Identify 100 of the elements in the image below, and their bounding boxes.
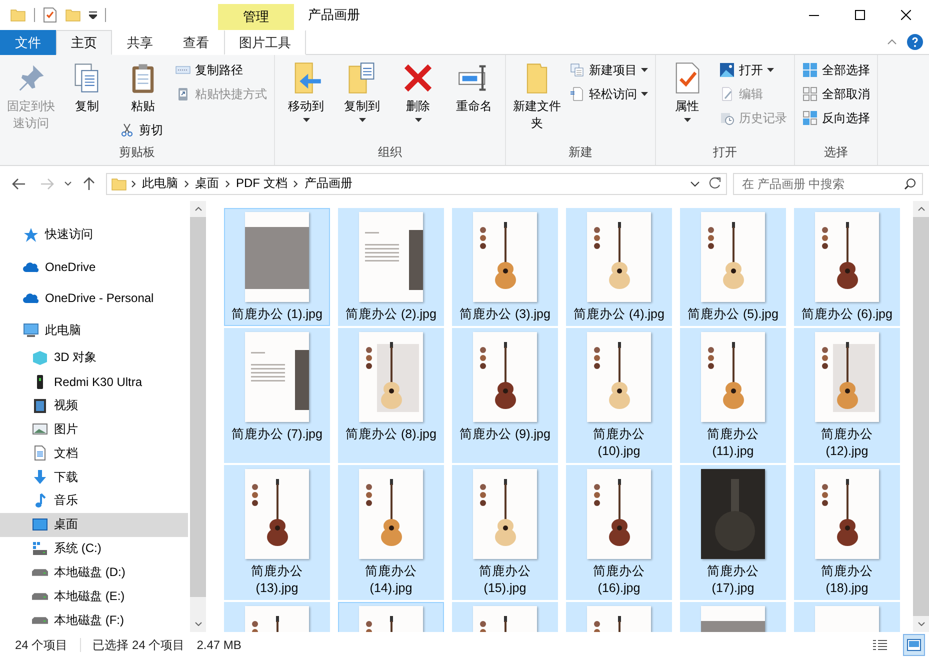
- file-item[interactable]: 简鹿办公 (17).jpg: [680, 465, 786, 600]
- document-icon: [569, 86, 585, 102]
- file-item[interactable]: 简鹿办公 (4).jpg: [566, 208, 672, 326]
- file-item[interactable]: 简鹿办公 (11).jpg: [680, 328, 786, 463]
- scroll-down-icon[interactable]: [918, 622, 924, 626]
- rename-button[interactable]: 重命名: [447, 59, 501, 117]
- swatch-drawing: [480, 227, 486, 249]
- text-lines-drawing: [365, 232, 399, 262]
- folder-icon: [10, 7, 26, 23]
- scrollbar[interactable]: [913, 201, 929, 632]
- ribbon-tab[interactable]: 主页: [56, 30, 112, 55]
- group-label: 剪贴板: [118, 144, 156, 161]
- swatch-drawing: [822, 484, 828, 506]
- sidebar-item[interactable]: OneDrive - Personal: [0, 282, 188, 314]
- none-button[interactable]: 全部取消: [799, 83, 873, 105]
- caret-icon: [641, 68, 648, 72]
- sidebar-item[interactable]: 视频: [0, 394, 188, 418]
- dropdown-icon[interactable]: [89, 11, 97, 19]
- help-icon[interactable]: [907, 34, 923, 50]
- all-button[interactable]: 全部选择: [799, 59, 873, 81]
- newitem-button[interactable]: 新建项目: [566, 59, 651, 81]
- swatch-drawing: [594, 621, 600, 632]
- props-button[interactable]: 属性: [660, 59, 714, 124]
- item-count: 24 个项目: [15, 636, 68, 654]
- sidebar-item[interactable]: 图片: [0, 418, 188, 442]
- breadcrumb[interactable]: 此电脑: [140, 175, 180, 192]
- sidebar-item[interactable]: 系统 (C:): [0, 536, 188, 561]
- file-item[interactable]: 简鹿办公 (10).jpg: [566, 328, 672, 463]
- move-button[interactable]: 移动到: [279, 59, 333, 124]
- search-icon: [904, 178, 916, 190]
- thumbnail-view-button[interactable]: [903, 634, 925, 656]
- file-name: 简鹿办公 (16).jpg: [592, 563, 646, 597]
- address-bar[interactable]: 此电脑 桌面 PDF 文档 产品画册: [106, 172, 727, 194]
- file-item[interactable]: 简鹿办公 (6).jpg: [794, 208, 900, 326]
- sidebar-item[interactable]: 此电脑: [0, 314, 188, 346]
- sidebar-item[interactable]: 文档: [0, 441, 188, 466]
- file-item[interactable]: 简鹿办公 (1).jpg: [224, 208, 330, 326]
- dropdown-icon[interactable]: [690, 180, 700, 186]
- swatch-drawing: [594, 347, 600, 369]
- file-name: 简鹿办公 (4).jpg: [572, 306, 666, 323]
- file-name: 简鹿办公 (13).jpg: [250, 563, 304, 597]
- file-item[interactable]: 简鹿办公 (9).jpg: [452, 328, 558, 463]
- file-item[interactable]: 简鹿办公 (18).jpg: [794, 465, 900, 600]
- copy-button[interactable]: 复制: [60, 59, 114, 117]
- copyto-button[interactable]: 复制到: [335, 59, 389, 124]
- folder-button[interactable]: 新建文件夹: [510, 59, 564, 134]
- file-item[interactable]: 简鹿办公 (13).jpg: [224, 465, 330, 600]
- breadcrumb[interactable]: PDF 文档: [234, 175, 290, 192]
- file-item[interactable]: 简鹿办公 (3).jpg: [452, 208, 558, 326]
- open-button[interactable]: 打开: [716, 59, 790, 81]
- new-folder-icon: [65, 7, 81, 23]
- film-icon: [32, 398, 48, 414]
- file-item[interactable]: 简鹿办公 (2).jpg: [338, 208, 444, 326]
- scroll-up-icon[interactable]: [194, 207, 202, 211]
- sidebar-item[interactable]: 本地磁盘 (F:): [0, 608, 188, 632]
- easy-button[interactable]: 轻松访问: [566, 83, 651, 105]
- file-item[interactable]: 简鹿办公 (5).jpg: [680, 208, 786, 326]
- delete-button[interactable]: 删除: [391, 59, 445, 124]
- sidebar-item[interactable]: 桌面: [0, 512, 188, 537]
- file-item[interactable]: 简鹿办公 (16).jpg: [566, 465, 672, 600]
- file-name: 简鹿办公 (11).jpg: [706, 426, 760, 460]
- caret-icon: [767, 68, 774, 72]
- cut-button[interactable]: 剪切: [116, 119, 170, 141]
- photo-placeholder: [295, 350, 309, 410]
- sidebar-item[interactable]: 音乐: [0, 489, 188, 513]
- sidebar-item[interactable]: OneDrive: [0, 250, 188, 283]
- properties-icon[interactable]: [43, 7, 57, 23]
- file-item[interactable]: 简鹿办公 (15).jpg: [452, 465, 558, 600]
- sidebar-item[interactable]: 下载: [0, 465, 188, 490]
- ribbon-tab[interactable]: 文件: [0, 30, 56, 55]
- file-name: 简鹿办公 (14).jpg: [364, 563, 418, 597]
- sidebar-item[interactable]: 快速访问: [0, 219, 188, 251]
- file-item[interactable]: 简鹿办公 (12).jpg: [794, 328, 900, 463]
- breadcrumb[interactable]: 产品画册: [302, 175, 354, 192]
- computer-icon: [23, 322, 39, 338]
- file-item[interactable]: 简鹿办公 (8).jpg: [338, 328, 444, 463]
- invert-button[interactable]: 反向选择: [799, 107, 873, 129]
- sidebar-item[interactable]: 3D 对象: [0, 346, 188, 370]
- search-field[interactable]: 在 产品画册 中搜索: [733, 172, 923, 194]
- collapse-ribbon-icon[interactable]: [887, 39, 897, 45]
- paste-button[interactable]: 粘贴: [116, 59, 170, 117]
- swatch-drawing: [480, 347, 486, 369]
- sidebar-item[interactable]: Redmi K30 Ultra: [0, 370, 188, 394]
- file-name: 简鹿办公 (7).jpg: [230, 426, 324, 443]
- desktop-icon: [32, 516, 48, 533]
- scrollbar[interactable]: [190, 201, 206, 632]
- sidebar-item[interactable]: 本地磁盘 (E:): [0, 584, 188, 608]
- file-name: 简鹿办公 (10).jpg: [592, 426, 646, 460]
- swatch-drawing: [822, 347, 828, 369]
- file-item[interactable]: 简鹿办公 (7).jpg: [224, 328, 330, 463]
- breadcrumb[interactable]: 桌面: [193, 175, 221, 192]
- recent-dropdown-icon[interactable]: [64, 181, 72, 186]
- scroll-down-icon[interactable]: [194, 622, 202, 626]
- forward-arrow-icon: [40, 178, 54, 190]
- scroll-up-icon[interactable]: [918, 206, 924, 211]
- file-item[interactable]: 简鹿办公 (14).jpg: [338, 465, 444, 600]
- ribbon-tab[interactable]: 图片工具: [224, 30, 306, 55]
- guitar-drawing: [276, 616, 279, 632]
- sidebar-item[interactable]: 本地磁盘 (D:): [0, 560, 188, 584]
- path-button[interactable]: 复制路径: [172, 59, 270, 81]
